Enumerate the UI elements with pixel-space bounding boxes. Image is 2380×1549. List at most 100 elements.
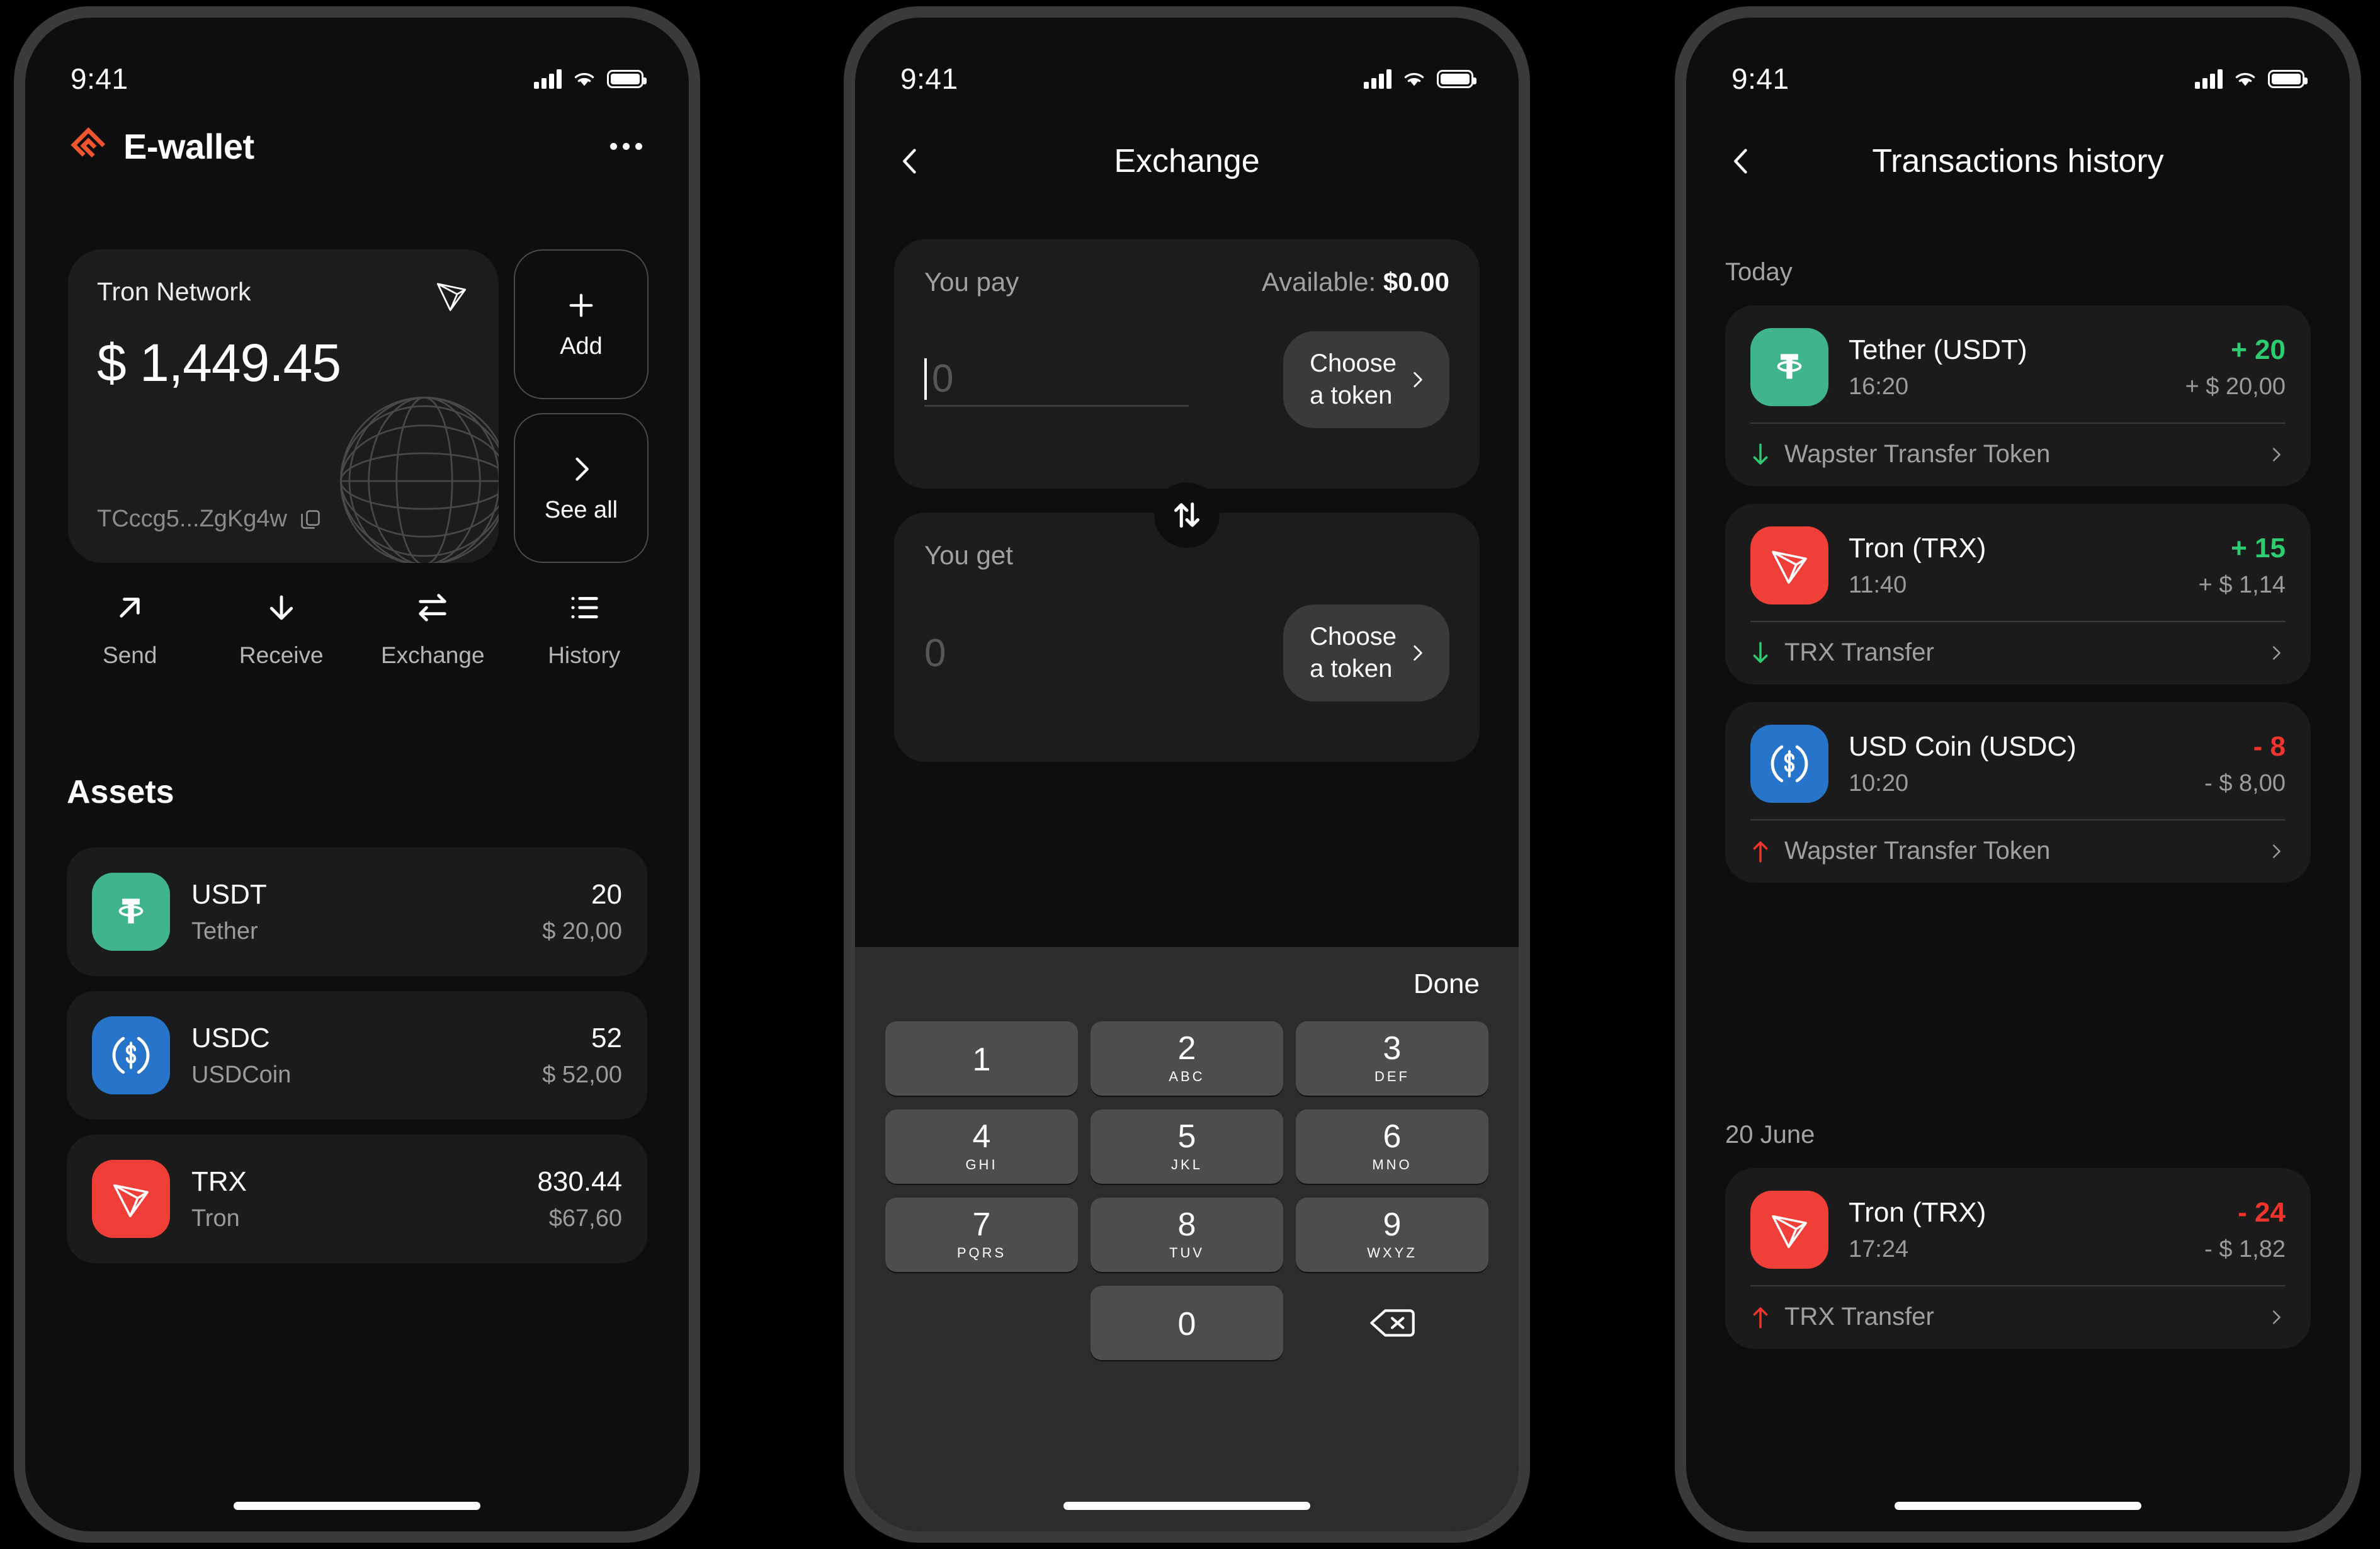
get-amount-input[interactable]: 0 xyxy=(924,626,1189,680)
key-letters: PQRS xyxy=(956,1245,1007,1261)
asset-row-trx[interactable]: TRX Tron 830.44 $67,60 xyxy=(67,1135,647,1263)
cellular-signal-icon xyxy=(2195,69,2223,89)
exchange-header: Exchange xyxy=(855,130,1519,193)
screenshot-stage: 9:41 E-wallet Tron Network $ 1,449.45 TC… xyxy=(0,0,2380,1549)
chevron-right-icon[interactable] xyxy=(2267,1308,2286,1327)
wallet-address[interactable]: TCccg5...ZgKg4w xyxy=(97,506,322,533)
key-2[interactable]: 2 ABC xyxy=(1091,1021,1283,1096)
add-button[interactable]: Add xyxy=(514,249,649,399)
tx-section-date: 20 June xyxy=(1725,1121,1815,1149)
asset-usd-value: $ 20,00 xyxy=(542,917,622,945)
key-number: 2 xyxy=(1177,1030,1196,1067)
tx-time: 11:40 xyxy=(1849,571,1907,598)
pay-choose-token-button[interactable]: Choose a token xyxy=(1283,331,1449,429)
asset-quantity: 52 xyxy=(591,1022,622,1053)
tron-icon xyxy=(92,1160,170,1238)
home-indicator xyxy=(234,1502,480,1510)
table-row[interactable]: USD Coin (USDC) 10:20 - 8 - $ 8,00 Wapst… xyxy=(1725,702,2311,883)
back-chevron-icon[interactable] xyxy=(1725,145,1758,178)
chevron-right-icon[interactable] xyxy=(2267,644,2286,662)
page-title: E-wallet xyxy=(123,127,254,166)
key-6[interactable]: 6 MNO xyxy=(1296,1109,1488,1184)
more-options-icon[interactable] xyxy=(606,132,646,161)
asset-name: USDCoin xyxy=(191,1061,292,1088)
battery-icon xyxy=(607,69,647,88)
action-history[interactable]: History xyxy=(509,589,660,669)
tx-amount: - 24 xyxy=(2238,1196,2286,1228)
tx-amount: + 15 xyxy=(2231,532,2286,564)
status-bar-icons xyxy=(534,69,647,89)
tx-coin-name: Tron (TRX) xyxy=(1849,1196,1986,1228)
swap-direction-button[interactable] xyxy=(1154,482,1220,548)
exchange-title: Exchange xyxy=(1114,143,1260,179)
tron-icon xyxy=(1750,1191,1828,1269)
key-1[interactable]: 1 xyxy=(885,1021,1078,1096)
swap-horizontal-icon xyxy=(419,594,446,621)
pay-amount-placeholder: 0 xyxy=(932,357,954,401)
action-history-label: History xyxy=(548,642,621,668)
you-pay-card: You pay Available: $0.00 0 Choose a toke… xyxy=(894,239,1480,489)
home-indicator xyxy=(1895,1502,2141,1510)
key-number: 8 xyxy=(1177,1206,1196,1243)
key-letters: MNO xyxy=(1372,1157,1412,1172)
tx-amount: - 8 xyxy=(2253,730,2286,762)
key-5[interactable]: 5 JKL xyxy=(1091,1109,1283,1184)
tx-time: 16:20 xyxy=(1849,373,1909,400)
key-number: 1 xyxy=(972,1041,991,1078)
key-8[interactable]: 8 TUV xyxy=(1091,1198,1283,1272)
tron-logo-icon xyxy=(436,283,467,311)
keyboard-done-button[interactable]: Done xyxy=(1414,968,1480,1000)
arrow-down-icon xyxy=(269,595,293,620)
you-pay-label: You pay xyxy=(924,267,1019,297)
chevron-right-icon[interactable] xyxy=(2267,445,2286,464)
action-receive-label: Receive xyxy=(239,642,324,668)
get-choose-token-button[interactable]: Choose a token xyxy=(1283,604,1449,702)
key-7[interactable]: 7 PQRS xyxy=(885,1198,1078,1272)
arrow-down-icon xyxy=(1753,642,1768,663)
key-3[interactable]: 3 DEF xyxy=(1296,1021,1488,1096)
wifi-icon xyxy=(1404,72,1424,86)
key-9[interactable]: 9 WXYZ xyxy=(1296,1198,1488,1272)
see-all-button[interactable]: See all xyxy=(514,413,649,563)
chevron-right-icon[interactable] xyxy=(2267,842,2286,861)
asset-symbol: TRX xyxy=(191,1166,247,1197)
table-row[interactable]: Tron (TRX) 17:24 - 24 - $ 1,82 TRX Trans… xyxy=(1725,1168,2311,1349)
key-backspace[interactable] xyxy=(1296,1286,1488,1360)
arrow-up-icon xyxy=(1753,1307,1768,1328)
arrow-up-icon xyxy=(1753,841,1768,862)
side-buttons: Add See all xyxy=(514,249,649,563)
status-bar: 9:41 xyxy=(855,18,1519,112)
arrow-down-icon xyxy=(1753,443,1768,465)
asset-row-usdt[interactable]: USDT Tether 20 $ 20,00 xyxy=(67,848,647,976)
swap-vertical-icon xyxy=(1174,502,1199,528)
key-0[interactable]: 0 xyxy=(1091,1286,1283,1360)
pay-amount-input[interactable]: 0 xyxy=(924,353,1189,407)
key-letters: DEF xyxy=(1374,1069,1410,1084)
keyboard-toolbar: Done xyxy=(855,947,1519,1021)
history-title: Transactions history xyxy=(1872,143,2164,179)
table-row[interactable]: Tether (USDT) 16:20 + 20 + $ 20,00 Wapst… xyxy=(1725,305,2311,486)
tx-coin-name: Tron (TRX) xyxy=(1849,532,1986,564)
usdc-icon xyxy=(1750,725,1828,803)
copy-icon[interactable] xyxy=(298,508,322,531)
backspace-icon xyxy=(1370,1309,1415,1337)
key-number: 3 xyxy=(1383,1030,1402,1067)
action-exchange[interactable]: Exchange xyxy=(357,589,509,669)
table-row[interactable]: Tron (TRX) 11:40 + 15 + $ 1,14 TRX Trans… xyxy=(1725,504,2311,684)
numeric-keyboard: Done 1 2 ABC 3 DEF 4 GHI 5 JKL 6 MNO 7 P… xyxy=(855,947,1519,1531)
chevron-right-icon xyxy=(1414,372,1422,388)
asset-row-usdc[interactable]: USDC USDCoin 52 $ 52,00 xyxy=(67,991,647,1120)
balance-card[interactable]: Tron Network $ 1,449.45 TCccg5...ZgKg4w xyxy=(68,249,499,563)
history-header: Transactions history xyxy=(1686,130,2350,193)
asset-usd-value: $ 52,00 xyxy=(542,1061,622,1088)
action-receive[interactable]: Receive xyxy=(206,589,358,669)
exchange-screen: 9:41 Exchange You pay Available: $0.00 0… xyxy=(855,18,1519,1531)
key-4[interactable]: 4 GHI xyxy=(885,1109,1078,1184)
battery-icon xyxy=(1437,69,1476,88)
status-bar: 9:41 xyxy=(1686,18,2350,112)
action-send[interactable]: Send xyxy=(54,589,206,669)
tx-section-date: Today xyxy=(1725,258,1793,286)
asset-symbol: USDT xyxy=(191,878,267,910)
back-chevron-icon[interactable] xyxy=(894,145,927,178)
status-bar-icons xyxy=(2195,69,2308,89)
